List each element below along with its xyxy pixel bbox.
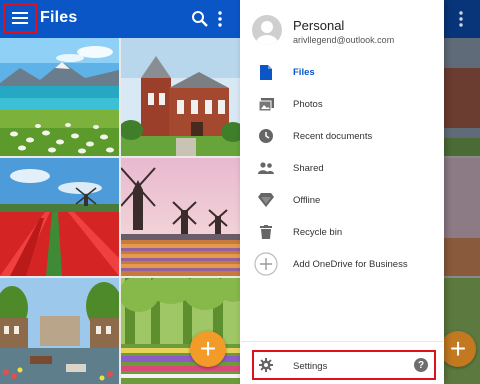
file-icon (258, 64, 274, 80)
drawer-item-label: Offline (293, 194, 321, 206)
more-options-icon[interactable] (215, 9, 225, 29)
drawer-item-label: Recent documents (293, 130, 373, 142)
drawer-item-label: Shared (293, 162, 324, 174)
drawer-item-shared[interactable]: Shared (240, 152, 444, 184)
help-icon-glyph: ? (417, 359, 425, 371)
search-icon[interactable] (190, 9, 210, 29)
photo-windmills-dusk[interactable] (121, 158, 240, 276)
menu-hamburger-button[interactable] (3, 3, 37, 33)
drawer-item-photos[interactable]: Photos (240, 88, 444, 120)
avatar[interactable] (252, 15, 282, 45)
photo-flower-garden[interactable] (121, 278, 240, 384)
account-email: arivllegend@outlook.com (293, 35, 395, 45)
gear-icon (259, 358, 273, 372)
photos-icon (258, 96, 274, 112)
help-icon[interactable]: ? (414, 358, 428, 372)
hamburger-icon (12, 12, 28, 24)
app-bar: Files (0, 0, 240, 38)
people-icon (258, 160, 274, 176)
drawer-item-offline[interactable]: Offline (240, 184, 444, 216)
photo-canal-houses[interactable] (0, 278, 119, 384)
drawer-item-label: Add OneDrive for Business (293, 258, 408, 270)
drawer-item-files[interactable]: Files (240, 56, 444, 88)
drawer-item-label: Photos (293, 98, 323, 110)
dimmed-background[interactable]: + (444, 0, 480, 384)
app-title: Files (40, 9, 78, 26)
drawer-item-recycle-bin[interactable]: Recycle bin (240, 216, 444, 248)
dimmed-app-bar (444, 0, 480, 38)
settings-row[interactable] (252, 350, 436, 380)
clock-icon (258, 128, 274, 144)
drawer-item-label: Files (293, 66, 315, 78)
files-screen: Files + (0, 0, 240, 384)
person-icon (256, 21, 278, 45)
drawer-item-label: Recycle bin (293, 226, 343, 238)
photo-brick-church[interactable] (121, 38, 240, 156)
more-options-icon (459, 11, 463, 27)
divider (241, 341, 443, 342)
add-fab-button[interactable]: + (190, 331, 226, 367)
trash-icon (258, 224, 274, 240)
photo-lake-sheep[interactable] (0, 38, 119, 156)
diamond-icon (258, 192, 274, 208)
plus-icon: + (449, 333, 467, 364)
settings-label[interactable]: Settings (293, 361, 327, 372)
plus-icon: + (199, 333, 217, 364)
account-name: Personal (293, 18, 345, 33)
drawer-item-add-business[interactable]: Add OneDrive for Business (240, 248, 444, 280)
plus-circle-icon (254, 252, 278, 276)
photo-tulip-field-windmill[interactable] (0, 158, 119, 276)
drawer-item-recent[interactable]: Recent documents (240, 120, 444, 152)
